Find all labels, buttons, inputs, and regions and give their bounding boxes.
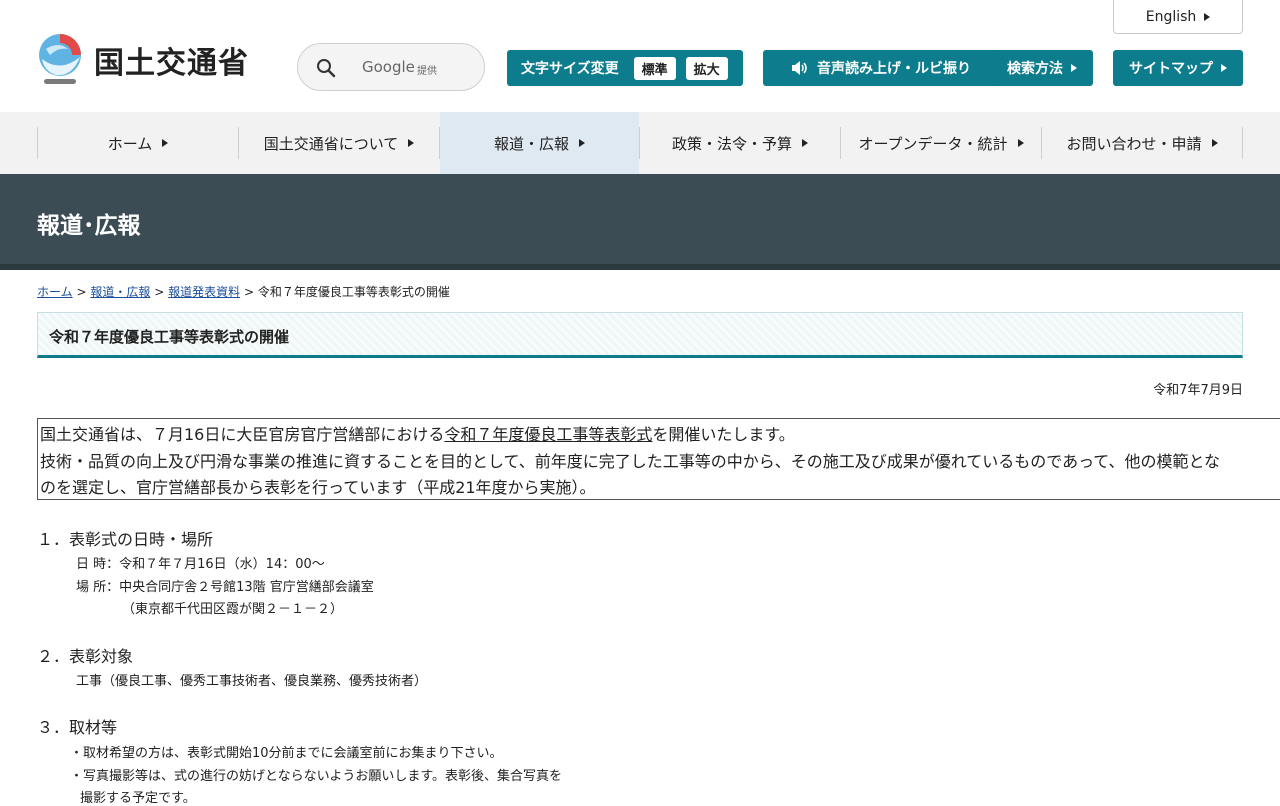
speaker-icon [792, 61, 807, 75]
site-logo[interactable]: 国土交通省 [36, 33, 249, 87]
intro-line-2: 技術・品質の向上及び円滑な事業の推進に資することを目的として、前年度に完了した工… [40, 451, 1221, 471]
nav-item-opendata[interactable]: オープンデータ・統計 [841, 112, 1041, 174]
breadcrumb-releases-link[interactable]: 報道発表資料 [168, 285, 240, 299]
section-heading-target: ２．表彰対象 [37, 647, 134, 666]
breadcrumb-home-link[interactable]: ホーム [37, 285, 73, 299]
page-title: 令和７年度優良工事等表彰式の開催 [49, 328, 290, 346]
breadcrumb-current: 令和７年度優良工事等表彰式の開催 [257, 285, 450, 299]
triangle-right-icon [1204, 12, 1211, 21]
voice-ruby-button[interactable]: 音声読み上げ・ルビ振り [763, 50, 999, 86]
breadcrumb-separator: > [76, 285, 87, 299]
triangle-right-icon [802, 139, 808, 147]
section-banner: 報道･広報 [0, 174, 1280, 270]
search-provided-label: 提供 [417, 66, 437, 77]
nav-item-policy[interactable]: 政策・法令・予算 [640, 112, 840, 174]
nav-item-label: 国土交通省について [263, 134, 399, 153]
target-text: 工事（優良工事、優秀工事技術者、優良業務、優秀技術者） [76, 674, 428, 689]
search-google-label: Google [362, 58, 415, 76]
nav-divider [1242, 127, 1243, 159]
triangle-right-icon [408, 139, 415, 147]
banner-title: 報道･広報 [37, 213, 141, 239]
breadcrumb: ホーム > 報道・広報 > 報道発表資料 > 令和７年度優良工事等表彰式の開催 [37, 283, 450, 300]
datetime-text: 日 時：令和７年７月16日（水）14：00～ [76, 557, 325, 572]
breadcrumb-press-link[interactable]: 報道・広報 [90, 285, 150, 299]
triangle-right-icon [1017, 139, 1024, 147]
nav-item-label: 政策・法令・予算 [671, 134, 792, 153]
breadcrumb-separator: > [154, 285, 165, 299]
sitemap-label: サイトマップ [1129, 61, 1213, 77]
publish-date: 令和7年7月9日 [1153, 383, 1243, 398]
site-header: 国土交通省 Google 提供 文字サイズ変更 標準 拡大 音声読み上げ・ルビ振… [0, 0, 1280, 113]
search-box[interactable]: Google 提供 [297, 43, 485, 91]
global-nav: ホーム 国土交通省について 報道・広報 政策・法令・予算 オープンデータ・統計 … [0, 112, 1280, 174]
font-size-standard-button[interactable]: 標準 [633, 56, 676, 80]
voice-ruby-label: 音声読み上げ・ルビ振り [817, 61, 971, 77]
english-button[interactable]: English [1113, 0, 1243, 34]
intro-box: 国土交通省は、７月16日に大臣官房官庁営繕部における令和７年度優良工事等表彰式を… [37, 418, 1280, 500]
triangle-right-icon [162, 139, 169, 147]
nav-item-label: 報道・広報 [493, 134, 569, 153]
font-size-large-button[interactable]: 拡大 [685, 56, 728, 80]
intro-text: を開催いたします。 [652, 425, 795, 444]
breadcrumb-separator: > [243, 285, 254, 299]
intro-text: 国土交通省は、７月16日に大臣官房官庁営繕部における [40, 425, 445, 444]
nav-item-press[interactable]: 報道・広報 [440, 112, 639, 174]
nav-item-label: オープンデータ・統計 [858, 134, 1008, 153]
triangle-right-icon [1211, 139, 1218, 147]
place-text: 場 所：中央合同庁舎２号館13階 官庁営繕部会議室 [76, 580, 374, 595]
search-icon[interactable] [316, 58, 336, 78]
logo-text: 国土交通省 [94, 46, 249, 81]
press-text-2: ・写真撮影等は、式の進行の妨げとならないようお願いします。表彰後、集合写真を [70, 769, 563, 784]
nav-item-label: お問い合わせ・申請 [1066, 134, 1202, 153]
section-heading-press: ３．取材等 [37, 718, 118, 737]
nav-item-contact[interactable]: お問い合わせ・申請 [1042, 112, 1242, 174]
triangle-right-icon [1221, 64, 1227, 72]
press-text-1: ・取材希望の方は、表彰式開始10分前までに会議室前にお集まり下さい。 [70, 746, 503, 761]
sitemap-button[interactable]: サイトマップ [1113, 50, 1243, 86]
english-label: English [1145, 8, 1197, 25]
search-method-label: 検索方法 [1007, 61, 1063, 77]
font-size-control: 文字サイズ変更 標準 拡大 [507, 50, 743, 86]
section-heading-datetime-place: １．表彰式の日時・場所 [37, 530, 214, 549]
mlit-logo-icon [39, 34, 81, 84]
press-text-3: 撮影する予定です。 [80, 791, 196, 806]
intro-line-1: 国土交通省は、７月16日に大臣官房官庁営繕部における令和７年度優良工事等表彰式を… [40, 422, 1280, 449]
address-text: （東京都千代田区霞が関２－１－２） [122, 602, 344, 617]
intro-line-3: のを選定し、官庁営繕部長から表彰を行っています（平成21年度から実施）。 [40, 478, 596, 497]
triangle-right-icon [1071, 64, 1077, 72]
font-size-label: 文字サイズ変更 [521, 61, 619, 77]
ceremony-link[interactable]: 令和７年度優良工事等表彰式 [444, 425, 652, 444]
nav-item-label: ホーム [107, 134, 153, 153]
nav-item-about[interactable]: 国土交通省について [239, 112, 439, 174]
nav-item-home[interactable]: ホーム [38, 112, 238, 174]
triangle-right-icon [579, 139, 585, 147]
page-title-box: 令和７年度優良工事等表彰式の開催 [37, 312, 1243, 358]
search-method-button[interactable]: 検索方法 [991, 50, 1093, 86]
